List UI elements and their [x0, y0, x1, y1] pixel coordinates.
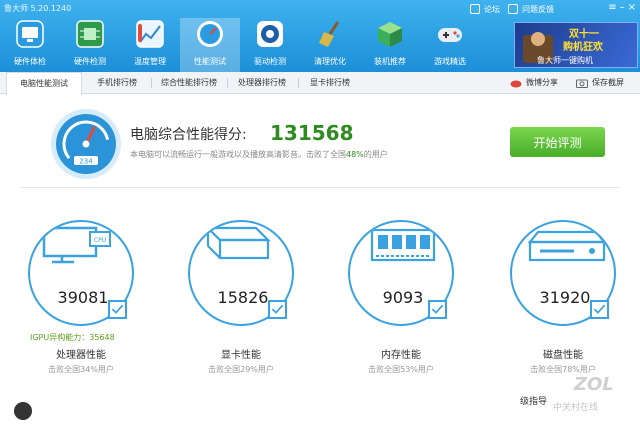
svg-text:CPU: CPU [94, 237, 106, 244]
monitor-icon [16, 20, 44, 48]
title-bar: 鲁大师 5.20.1240 论坛 问题反馈 ≡ – × 硬件体检 硬件检测 温度… [0, 0, 640, 72]
feedback-link[interactable]: 问题反馈 [522, 4, 554, 15]
nav-label: 温度管理 [134, 57, 166, 66]
gpu-rank-text: 击败全国29%用户 [208, 365, 274, 374]
cpu-performance-card[interactable]: CPU 39081 处理器性能 击败全国34%用户 [28, 220, 138, 410]
nav-item-hardware-checkup[interactable]: 硬件体检 [0, 18, 60, 72]
window-controls: ≡ – × [608, 2, 636, 14]
nav-item-driver-detect[interactable]: 驱动检测 [240, 18, 300, 72]
start-benchmark-button[interactable]: 开始评测 [510, 127, 605, 157]
memory-label: 内存性能 [381, 350, 421, 361]
gauge-number: 234 [79, 158, 93, 166]
cpu-label: 处理器性能 [56, 350, 106, 361]
ludashi-logo-icon [14, 402, 32, 420]
box-icon [378, 22, 402, 47]
watermark-sub: 中关村在线 [553, 403, 599, 413]
save-screenshot-link[interactable]: 保存截屏 [592, 72, 624, 94]
nav-label: 游戏精选 [434, 57, 466, 66]
main-nav: 硬件体检 硬件检测 温度管理 性能测试 驱动检测 清理优化 装机推荐 游戏精选 [0, 18, 480, 72]
memory-rank-text: 击败全国53%用户 [368, 365, 434, 374]
broom-icon [319, 21, 340, 47]
score-value: 131568 [270, 121, 354, 145]
temperature-chart-icon [136, 20, 164, 48]
banner-line2: 购机狂欢 [563, 42, 603, 53]
tab-phone-ranking[interactable]: 手机排行榜 [86, 72, 148, 94]
weibo-icon [510, 80, 522, 88]
igpu-score: IGPU异构能力：35648 [30, 333, 115, 342]
tab-cpu-ranking[interactable]: 处理器排行榜 [230, 72, 294, 94]
nav-item-hardware-detect[interactable]: 硬件检测 [60, 18, 120, 72]
section-divider [20, 187, 620, 188]
gamepad-icon [438, 28, 462, 42]
tab-separator [298, 78, 299, 88]
feedback-icon [508, 4, 518, 14]
score-description: 本电脑可以流畅运行一般游戏以及播放高清影音。击败了全国48%的用户 [130, 149, 388, 160]
nav-label: 硬件体检 [14, 57, 46, 66]
check-icon [268, 300, 287, 319]
promo-banner[interactable]: 双十一 购机狂欢 鲁大师一键购机 [514, 22, 638, 68]
app-title: 鲁大师 5.20.1240 [4, 4, 72, 13]
tab-pc-performance[interactable]: 电脑性能测试 [6, 72, 82, 95]
tab-overall-ranking[interactable]: 综合性能排行榜 [154, 72, 224, 94]
weibo-share-link[interactable]: 微博分享 [526, 72, 558, 94]
check-icon [428, 300, 447, 319]
score-desc-suffix: 的用户 [363, 150, 388, 159]
score-desc-prefix: 本电脑可以流畅运行一般游戏以及播放高清影音。击败了全国 [130, 150, 346, 159]
nav-item-build-recommend[interactable]: 装机推荐 [360, 18, 420, 72]
check-icon [108, 300, 127, 319]
minimize-icon[interactable]: – [620, 2, 625, 14]
nav-item-performance-test[interactable]: 性能测试 [180, 18, 240, 72]
tab-separator [151, 78, 152, 88]
tab-gpu-ranking[interactable]: 显卡排行榜 [302, 72, 358, 94]
banner-line3: 鲁大师一键购机 [537, 56, 593, 65]
nav-label: 清理优化 [314, 57, 346, 66]
forum-link[interactable]: 论坛 [484, 4, 500, 15]
nav-label: 装机推荐 [374, 57, 406, 66]
upgrade-guide-link[interactable]: 级指导 [520, 394, 547, 407]
nav-label: 驱动检测 [254, 57, 286, 66]
circuit-board-icon [76, 20, 104, 48]
forum-icon [470, 4, 480, 14]
nav-item-game-select[interactable]: 游戏精选 [420, 18, 480, 72]
close-icon[interactable]: × [628, 2, 636, 14]
check-icon [590, 300, 609, 319]
watermark-brand: ZOL [574, 374, 614, 395]
memory-performance-card[interactable]: 9093 内存性能 击败全国53%用户 [348, 220, 458, 410]
score-label: 电脑综合性能得分: [130, 127, 247, 143]
gear-icon [257, 21, 283, 47]
nav-label: 性能测试 [194, 57, 226, 66]
tab-separator [227, 78, 228, 88]
gpu-label: 显卡性能 [221, 350, 261, 361]
nav-label: 硬件检测 [74, 57, 106, 66]
performance-gauge-icon: 234 [51, 109, 121, 179]
disk-label: 磁盘性能 [543, 350, 583, 361]
cpu-rank-text: 击败全国34%用户 [48, 365, 114, 374]
gpu-performance-card[interactable]: 15826 显卡性能 击败全国29%用户 [188, 220, 298, 410]
nav-item-clean-optimize[interactable]: 清理优化 [300, 18, 360, 72]
sub-tab-bar: 电脑性能测试 手机排行榜 综合性能排行榜 处理器排行榜 显卡排行榜 微博分享 保… [0, 72, 640, 95]
menu-icon[interactable]: ≡ [608, 2, 616, 14]
score-percent: 48% [346, 150, 364, 159]
camera-icon [576, 79, 588, 88]
nav-item-temperature[interactable]: 温度管理 [120, 18, 180, 72]
top-links: 论坛 问题反馈 [470, 2, 554, 16]
speedometer-icon [197, 21, 223, 47]
